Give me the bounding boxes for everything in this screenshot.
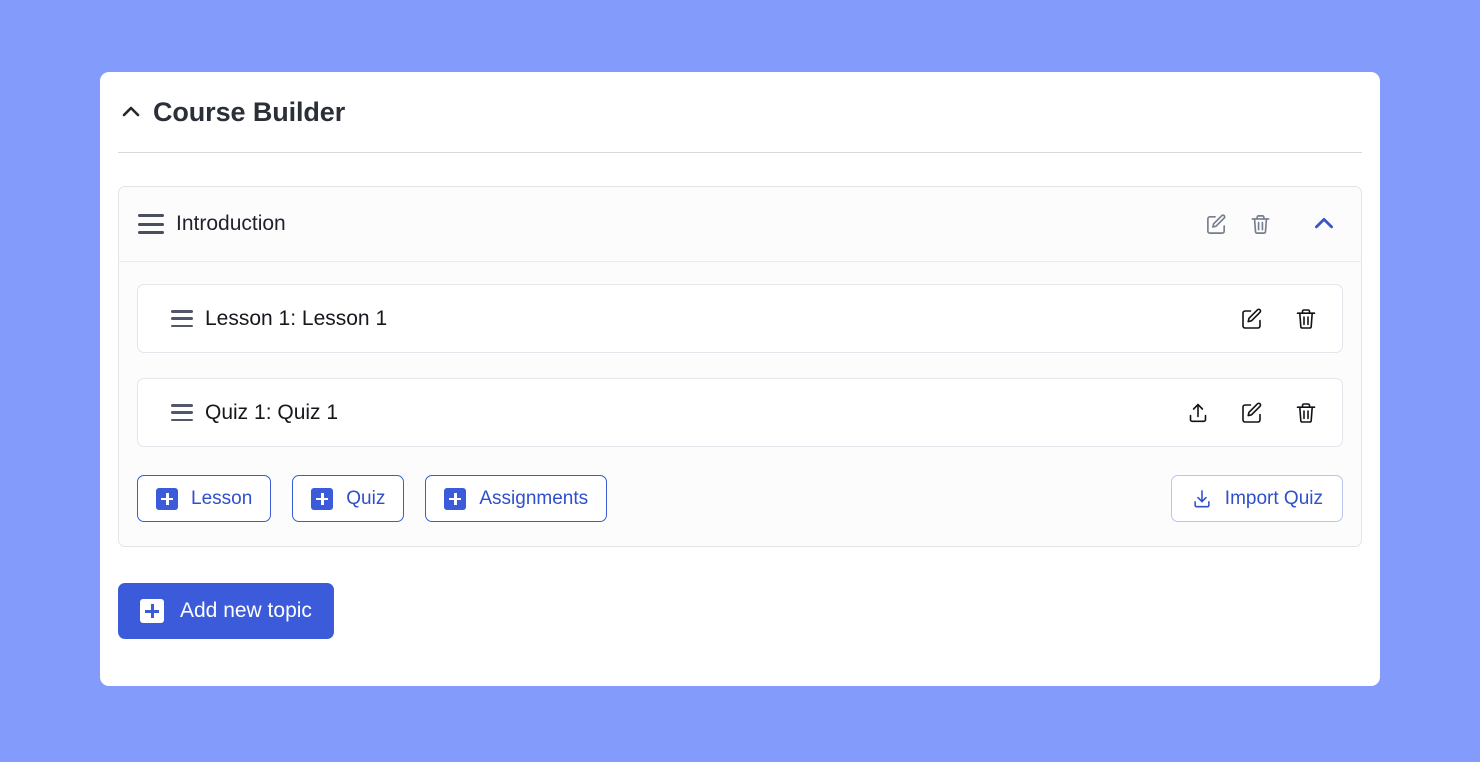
topic-header: Introduction bbox=[119, 187, 1361, 262]
topic-panel: Introduction Lesson 1: Lesson 1 Quiz 1: … bbox=[118, 186, 1362, 547]
trash-icon[interactable] bbox=[1289, 396, 1323, 430]
plus-square-icon bbox=[156, 487, 178, 510]
add-assignments-label: Assignments bbox=[479, 487, 589, 509]
list-item[interactable]: Lesson 1: Lesson 1 bbox=[137, 284, 1343, 353]
card-header: Course Builder bbox=[100, 72, 1380, 152]
add-lesson-label: Lesson bbox=[191, 487, 253, 509]
header-divider bbox=[118, 152, 1362, 153]
edit-square-icon[interactable] bbox=[1199, 207, 1233, 241]
upload-export-icon[interactable] bbox=[1181, 396, 1215, 430]
topic-title: Introduction bbox=[176, 212, 286, 235]
edit-square-icon[interactable] bbox=[1235, 302, 1269, 336]
add-lesson-button[interactable]: Lesson bbox=[137, 475, 272, 522]
add-assignments-button[interactable]: Assignments bbox=[425, 475, 608, 522]
topic-body: Lesson 1: Lesson 1 Quiz 1: Quiz 1 Lesson… bbox=[119, 262, 1361, 546]
download-icon bbox=[1191, 488, 1213, 510]
import-quiz-button[interactable]: Import Quiz bbox=[1170, 475, 1343, 522]
list-item-label: Quiz 1: Quiz 1 bbox=[205, 400, 339, 424]
plus-square-icon bbox=[444, 487, 467, 510]
add-quiz-button[interactable]: Quiz bbox=[292, 475, 405, 522]
list-item-actions bbox=[1235, 302, 1342, 336]
plus-square-icon bbox=[311, 487, 334, 510]
page-title: Course Builder bbox=[153, 96, 346, 127]
add-new-topic-label: Add new topic bbox=[180, 599, 312, 622]
drag-handle-icon[interactable] bbox=[138, 214, 164, 234]
topic-actions-bar: Lesson Quiz Assignments Import Quiz bbox=[137, 472, 1343, 522]
plus-square-icon bbox=[140, 599, 164, 623]
topic-collapse-chevron-up-icon[interactable] bbox=[1287, 187, 1361, 261]
drag-handle-icon[interactable] bbox=[171, 310, 193, 327]
edit-square-icon[interactable] bbox=[1235, 396, 1269, 430]
add-quiz-label: Quiz bbox=[346, 487, 386, 509]
list-item-label: Lesson 1: Lesson 1 bbox=[205, 306, 388, 330]
trash-icon[interactable] bbox=[1243, 207, 1277, 241]
chevron-up-icon[interactable] bbox=[118, 99, 144, 125]
list-item[interactable]: Quiz 1: Quiz 1 bbox=[137, 378, 1343, 447]
trash-icon[interactable] bbox=[1289, 302, 1323, 336]
drag-handle-icon[interactable] bbox=[171, 404, 193, 421]
add-new-topic-button[interactable]: Add new topic bbox=[118, 583, 334, 639]
list-item-actions bbox=[1181, 396, 1342, 430]
course-builder-card: Course Builder Introduction Lesson 1: Le… bbox=[100, 72, 1380, 686]
import-quiz-label: Import Quiz bbox=[1224, 487, 1323, 509]
